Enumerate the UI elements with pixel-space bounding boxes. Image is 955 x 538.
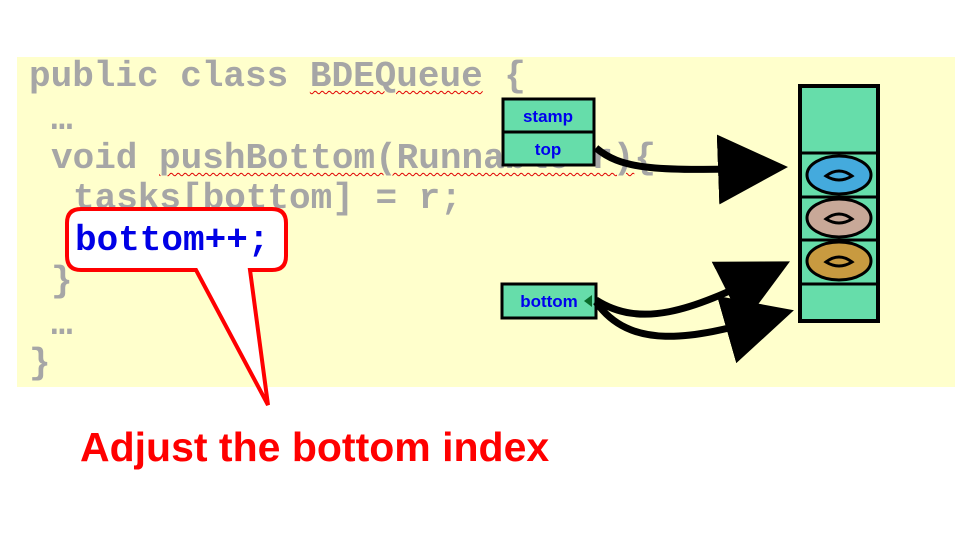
task-icon [805,154,873,196]
bottom-label: bottom [520,292,578,311]
caption: Adjust the bottom index [80,424,550,470]
callout-code: bottom++; [75,220,270,261]
bottom-old-arrow [594,261,790,325]
top-arrow [593,134,788,205]
stamp-label: stamp [523,107,573,126]
task-icon [805,240,873,282]
top-label: top [535,140,561,159]
task-icon [805,197,873,239]
